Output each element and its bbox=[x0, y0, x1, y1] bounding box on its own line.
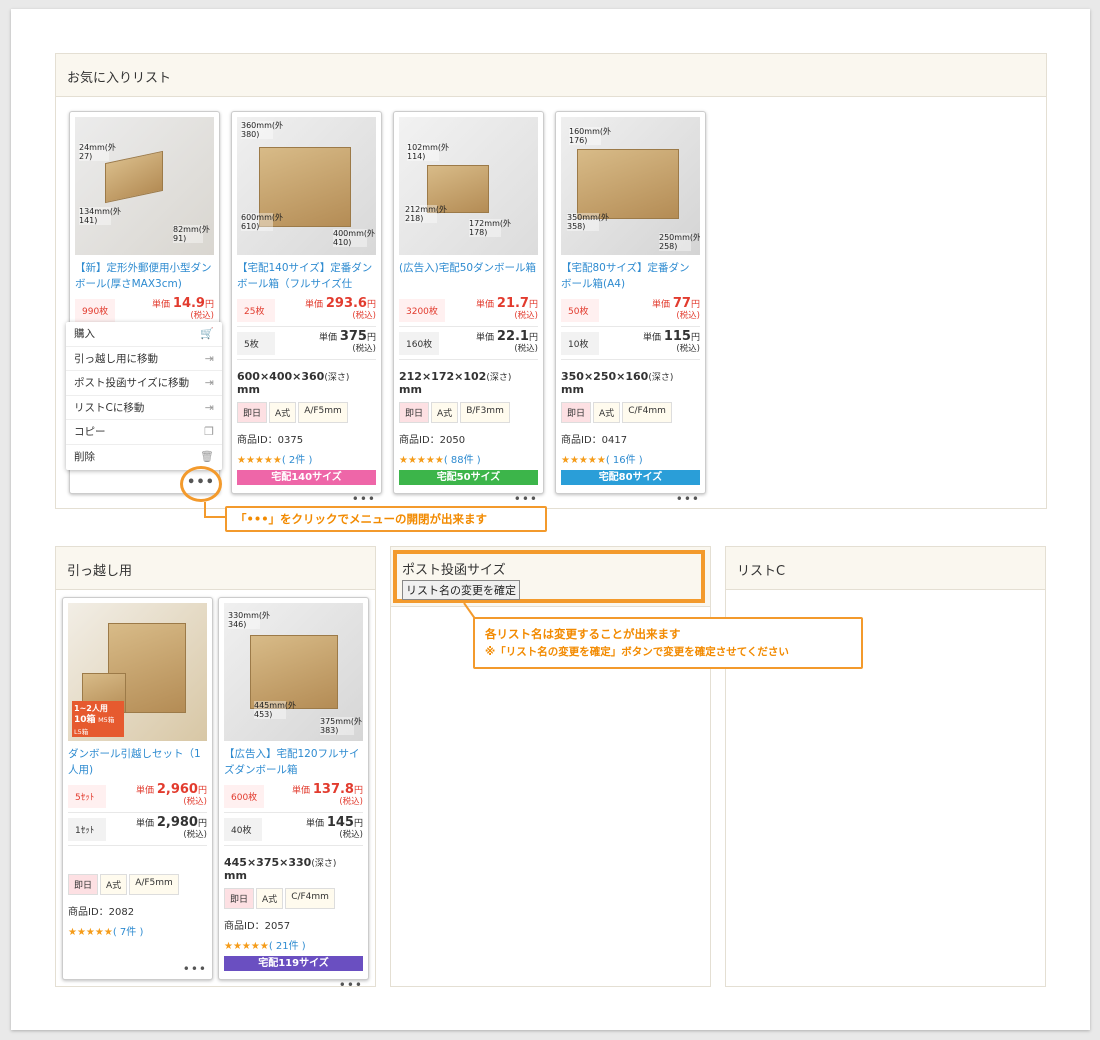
product-card[interactable]: 102mm(外114) 212mm(外218) 172mm(外178) (広告入… bbox=[393, 111, 544, 506]
card-menu-button-highlighted[interactable]: ••• bbox=[180, 466, 222, 502]
menu-item-move-post[interactable]: ポスト投函サイズに移動 ⇥ bbox=[66, 371, 222, 396]
product-tags: 即日 A式 A/F5mm bbox=[237, 402, 376, 423]
product-card[interactable]: 360mm(外380) 600mm(外610) 400mm(外410) 【宅配1… bbox=[231, 111, 382, 506]
moving-list-title[interactable]: 引っ越し用 bbox=[56, 547, 375, 590]
product-dimensions: 445×375×330(深さ) mm bbox=[224, 856, 337, 882]
post-list-title-input[interactable]: ポスト投函サイズ bbox=[402, 559, 696, 578]
rating-stars[interactable]: ★★★★★( 21件 ) bbox=[224, 937, 363, 952]
copy-icon: ❐ bbox=[204, 425, 214, 439]
product-image[interactable]: 360mm(外380) 600mm(外610) 400mm(外410) bbox=[237, 117, 376, 255]
menu-item-purchase[interactable]: 購入 🛒 bbox=[66, 322, 222, 347]
product-card[interactable]: 330mm(外346) 445mm(外453) 375mm(外383) 【広告入… bbox=[218, 597, 369, 992]
product-image[interactable]: 330mm(外346) 445mm(外453) 375mm(外383) bbox=[224, 603, 363, 741]
product-card[interactable]: 160mm(外176) 350mm(外358) 250mm(外258) 【宅配8… bbox=[555, 111, 706, 506]
product-title-link[interactable]: ダンボール引越しセット（1人用) bbox=[68, 746, 207, 780]
product-title-link[interactable]: 【新】定形外郵便用小型ダンボール(厚さMAX3cm) bbox=[75, 260, 214, 294]
product-title-link[interactable]: 【宅配140サイズ】定番ダンボール箱（フルサイズ仕 bbox=[237, 260, 376, 294]
rating-stars[interactable]: ★★★★★( 7件 ) bbox=[68, 923, 207, 938]
rating-stars[interactable]: ★★★★★( 16件 ) bbox=[561, 451, 700, 466]
card-menu-button[interactable]: ••• bbox=[237, 492, 376, 506]
product-id: 商品ID：2050 bbox=[399, 435, 466, 446]
size-band: 宅配50サイズ bbox=[399, 470, 538, 485]
price-row: 5ｾｯﾄ 単価 2,960円 (税込) bbox=[68, 780, 207, 813]
price-row: 50枚 単価 77円 (税込) bbox=[561, 294, 700, 327]
move-icon: ⇥ bbox=[204, 351, 214, 365]
confirm-rename-button[interactable]: リスト名の変更を確定 bbox=[402, 580, 520, 600]
price-row: 160枚 単価 22.1円 (税込) bbox=[399, 327, 538, 360]
trash-icon: 🗑 bbox=[200, 450, 214, 464]
price-row: 1ｾｯﾄ 単価 2,980円 (税込) bbox=[68, 813, 207, 846]
product-image[interactable]: 1~2人用 10箱 M5箱 L5箱 bbox=[68, 603, 207, 741]
product-image[interactable]: 102mm(外114) 212mm(外218) 172mm(外178) bbox=[399, 117, 538, 255]
menu-hint-callout: 「•••」をクリックでメニューの開閉が出来ます bbox=[225, 506, 547, 532]
product-dimensions: 600×400×360(深さ) mm bbox=[237, 370, 350, 396]
menu-item-copy[interactable]: コピー ❐ bbox=[66, 420, 222, 445]
product-title-link[interactable]: 【広告入】宅配120フルサイズダンボール箱 bbox=[224, 746, 363, 780]
rename-list-box: ポスト投函サイズ リスト名の変更を確定 bbox=[393, 550, 705, 603]
card-menu-button[interactable]: ••• bbox=[399, 492, 538, 506]
price-row: 40枚 単価 145円 (税込) bbox=[224, 813, 363, 846]
product-tags: 即日 A式 B/F3mm bbox=[399, 402, 538, 423]
rename-hint-callout: 各リスト名は変更することが出来ます ※「リスト名の変更を確定」ボタンで変更を確定… bbox=[473, 617, 863, 669]
size-band: 宅配119サイズ bbox=[224, 956, 363, 971]
menu-item-move-listc[interactable]: リストCに移動 ⇥ bbox=[66, 396, 222, 420]
product-id: 商品ID：2082 bbox=[68, 907, 135, 918]
post-list bbox=[390, 546, 711, 987]
product-tags: 即日 A式 A/F5mm bbox=[68, 874, 207, 895]
move-icon: ⇥ bbox=[204, 400, 214, 414]
menu-item-move-moving[interactable]: 引っ越し用に移動 ⇥ bbox=[66, 347, 222, 371]
product-card[interactable]: 1~2人用 10箱 M5箱 L5箱 ダンボール引越しセット（1人用) 5ｾｯﾄ … bbox=[62, 597, 213, 980]
size-band: 宅配140サイズ bbox=[237, 470, 376, 485]
card-menu-button[interactable]: ••• bbox=[561, 492, 700, 506]
price-row: 25枚 単価 293.6円 (税込) bbox=[237, 294, 376, 327]
product-tags: 即日 A式 C/F4mm bbox=[224, 888, 363, 909]
listc-list-title[interactable]: リストC bbox=[726, 547, 1045, 590]
rating-stars[interactable]: ★★★★★( 88件 ) bbox=[399, 451, 538, 466]
favorites-list-title[interactable]: お気に入りリスト bbox=[56, 54, 1046, 97]
price-row: 600枚 単価 137.8円 (税込) bbox=[224, 780, 363, 813]
size-band: 宅配80サイズ bbox=[561, 470, 700, 485]
product-dimensions: 350×250×160(深さ) mm bbox=[561, 370, 674, 396]
price-row: 10枚 単価 115円 (税込) bbox=[561, 327, 700, 360]
product-image[interactable]: 24mm(外27) 134mm(外141) 82mm(外91) bbox=[75, 117, 214, 255]
product-title-link[interactable]: 【宅配80サイズ】定番ダンボール箱(A4) bbox=[561, 260, 700, 294]
product-tags: 即日 A式 C/F4mm bbox=[561, 402, 700, 423]
product-id: 商品ID：0375 bbox=[237, 435, 304, 446]
product-dimensions: 212×172×102(深さ) mm bbox=[399, 370, 512, 396]
price-row: 3200枚 単価 21.7円 (税込) bbox=[399, 294, 538, 327]
product-image[interactable]: 160mm(外176) 350mm(外358) 250mm(外258) bbox=[561, 117, 700, 255]
move-icon: ⇥ bbox=[204, 376, 214, 390]
people-badge: 1~2人用 10箱 M5箱 L5箱 bbox=[72, 701, 124, 737]
rating-stars[interactable]: ★★★★★( 2件 ) bbox=[237, 451, 376, 466]
product-id: 商品ID：2057 bbox=[224, 921, 291, 932]
product-id: 商品ID：0417 bbox=[561, 435, 628, 446]
product-title-link[interactable]: (広告入)宅配50ダンボール箱 bbox=[399, 260, 538, 294]
price-row: 5枚 単価 375円 (税込) bbox=[237, 327, 376, 360]
card-menu-button[interactable]: ••• bbox=[68, 962, 207, 976]
card-context-menu: 購入 🛒 引っ越し用に移動 ⇥ ポスト投函サイズに移動 ⇥ リストCに移動 ⇥ コピー ❐… bbox=[66, 322, 222, 470]
listc-list: リストC bbox=[725, 546, 1046, 987]
card-menu-button[interactable]: ••• bbox=[224, 978, 363, 992]
cart-icon: 🛒 bbox=[200, 327, 214, 341]
